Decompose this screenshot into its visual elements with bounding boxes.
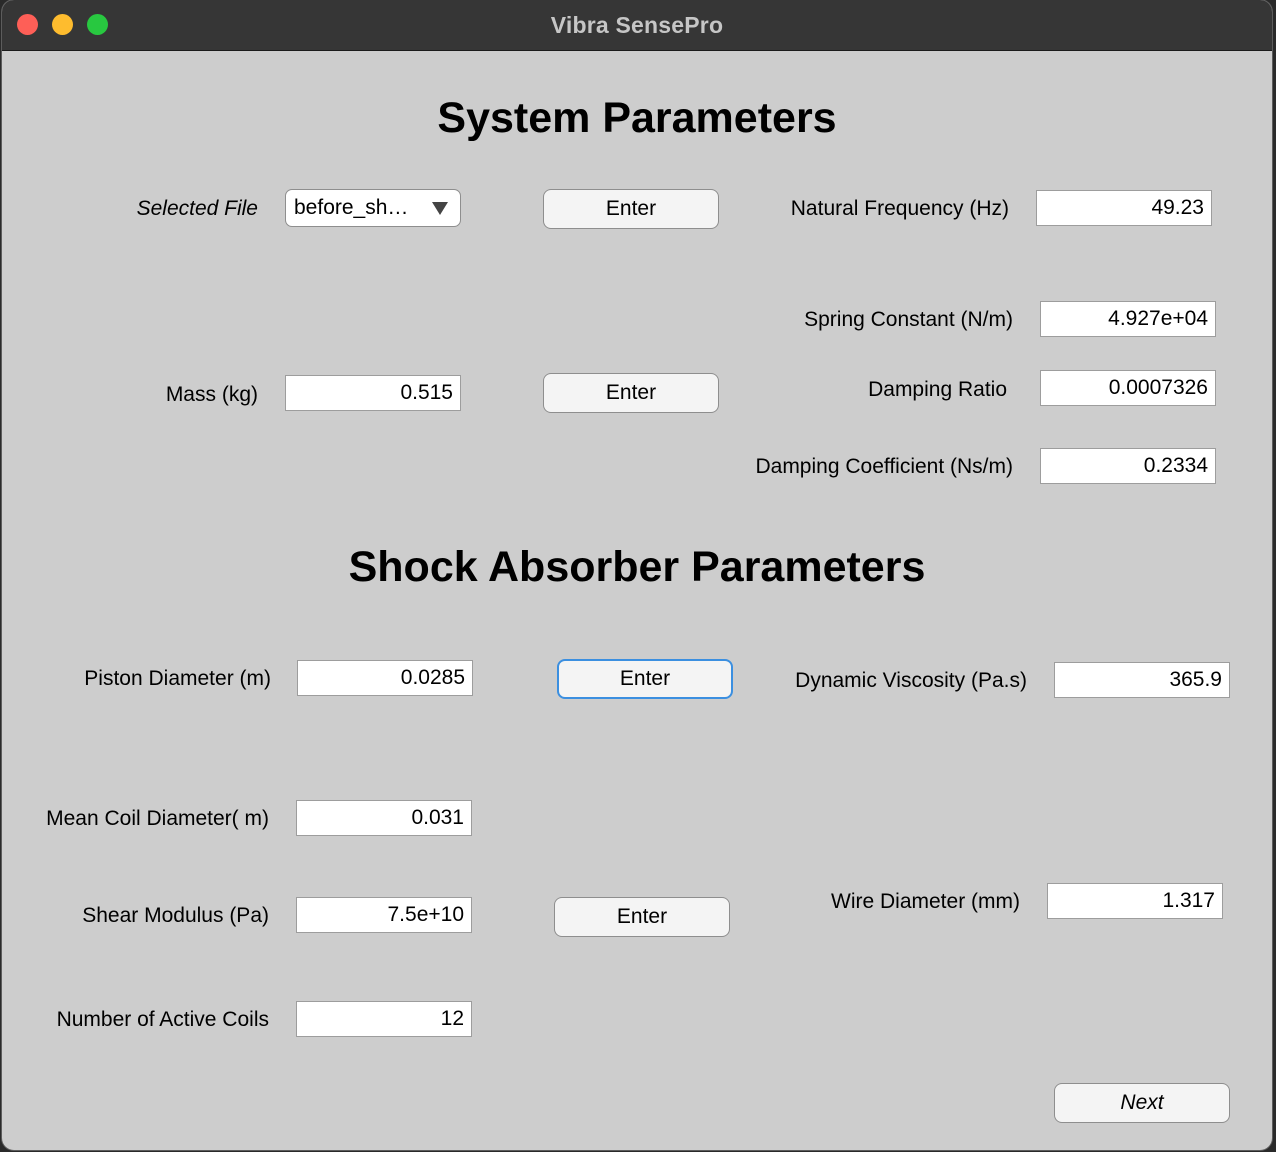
selected-file-value: before_sh…	[294, 196, 409, 219]
piston-diameter-field[interactable]: 0.0285	[297, 660, 473, 696]
mean-coil-diameter-field[interactable]: 0.031	[296, 800, 472, 836]
mass-field[interactable]: 0.515	[285, 375, 461, 411]
mass-label: Mass (kg)	[165, 383, 258, 406]
wire-diameter-label: Wire Diameter (mm)	[831, 890, 1020, 913]
dynamic-viscosity-field[interactable]: 365.9	[1054, 662, 1230, 698]
active-coils-field[interactable]: 12	[296, 1001, 472, 1037]
spring-constant-field[interactable]: 4.927e+04	[1040, 301, 1216, 337]
selected-file-label: Selected File	[136, 197, 258, 220]
shock-absorber-parameters-heading: Shock Absorber Parameters	[348, 543, 926, 591]
damping-coefficient-field[interactable]: 0.2334	[1040, 448, 1216, 484]
dropdown-arrow-icon	[432, 202, 448, 215]
enter-file-button[interactable]: Enter	[543, 189, 719, 229]
window-title: Vibra SensePro	[550, 12, 724, 38]
damping-coefficient-label: Damping Coefficient (Ns/m)	[755, 455, 1013, 478]
enter-piston-button[interactable]: Enter	[557, 659, 733, 699]
natural-frequency-label: Natural Frequency (Hz)	[790, 197, 1009, 220]
active-coils-label: Number of Active Coils	[56, 1008, 269, 1031]
damping-ratio-field[interactable]: 0.0007326	[1040, 370, 1216, 406]
app-window: Vibra SensePro System Parameters Selecte…	[2, 0, 1272, 1150]
dynamic-viscosity-label: Dynamic Viscosity (Pa.s)	[795, 669, 1027, 692]
piston-diameter-label: Piston Diameter (m)	[84, 667, 271, 690]
mean-coil-diameter-label: Mean Coil Diameter( m)	[46, 807, 269, 830]
title-bar[interactable]: Vibra SensePro	[2, 0, 1272, 51]
next-button[interactable]: Next	[1054, 1083, 1230, 1123]
selected-file-dropdown[interactable]: before_sh…	[285, 189, 461, 227]
shear-modulus-label: Shear Modulus (Pa)	[82, 904, 269, 927]
spring-constant-label: Spring Constant (N/m)	[804, 308, 1013, 331]
enter-mass-button[interactable]: Enter	[543, 373, 719, 413]
damping-ratio-label: Damping Ratio	[868, 378, 1007, 401]
enter-spring-button[interactable]: Enter	[554, 897, 730, 937]
system-parameters-heading: System Parameters	[437, 94, 837, 142]
natural-frequency-field[interactable]: 49.23	[1036, 190, 1212, 226]
wire-diameter-field[interactable]: 1.317	[1047, 883, 1223, 919]
shear-modulus-field[interactable]: 7.5e+10	[296, 897, 472, 933]
